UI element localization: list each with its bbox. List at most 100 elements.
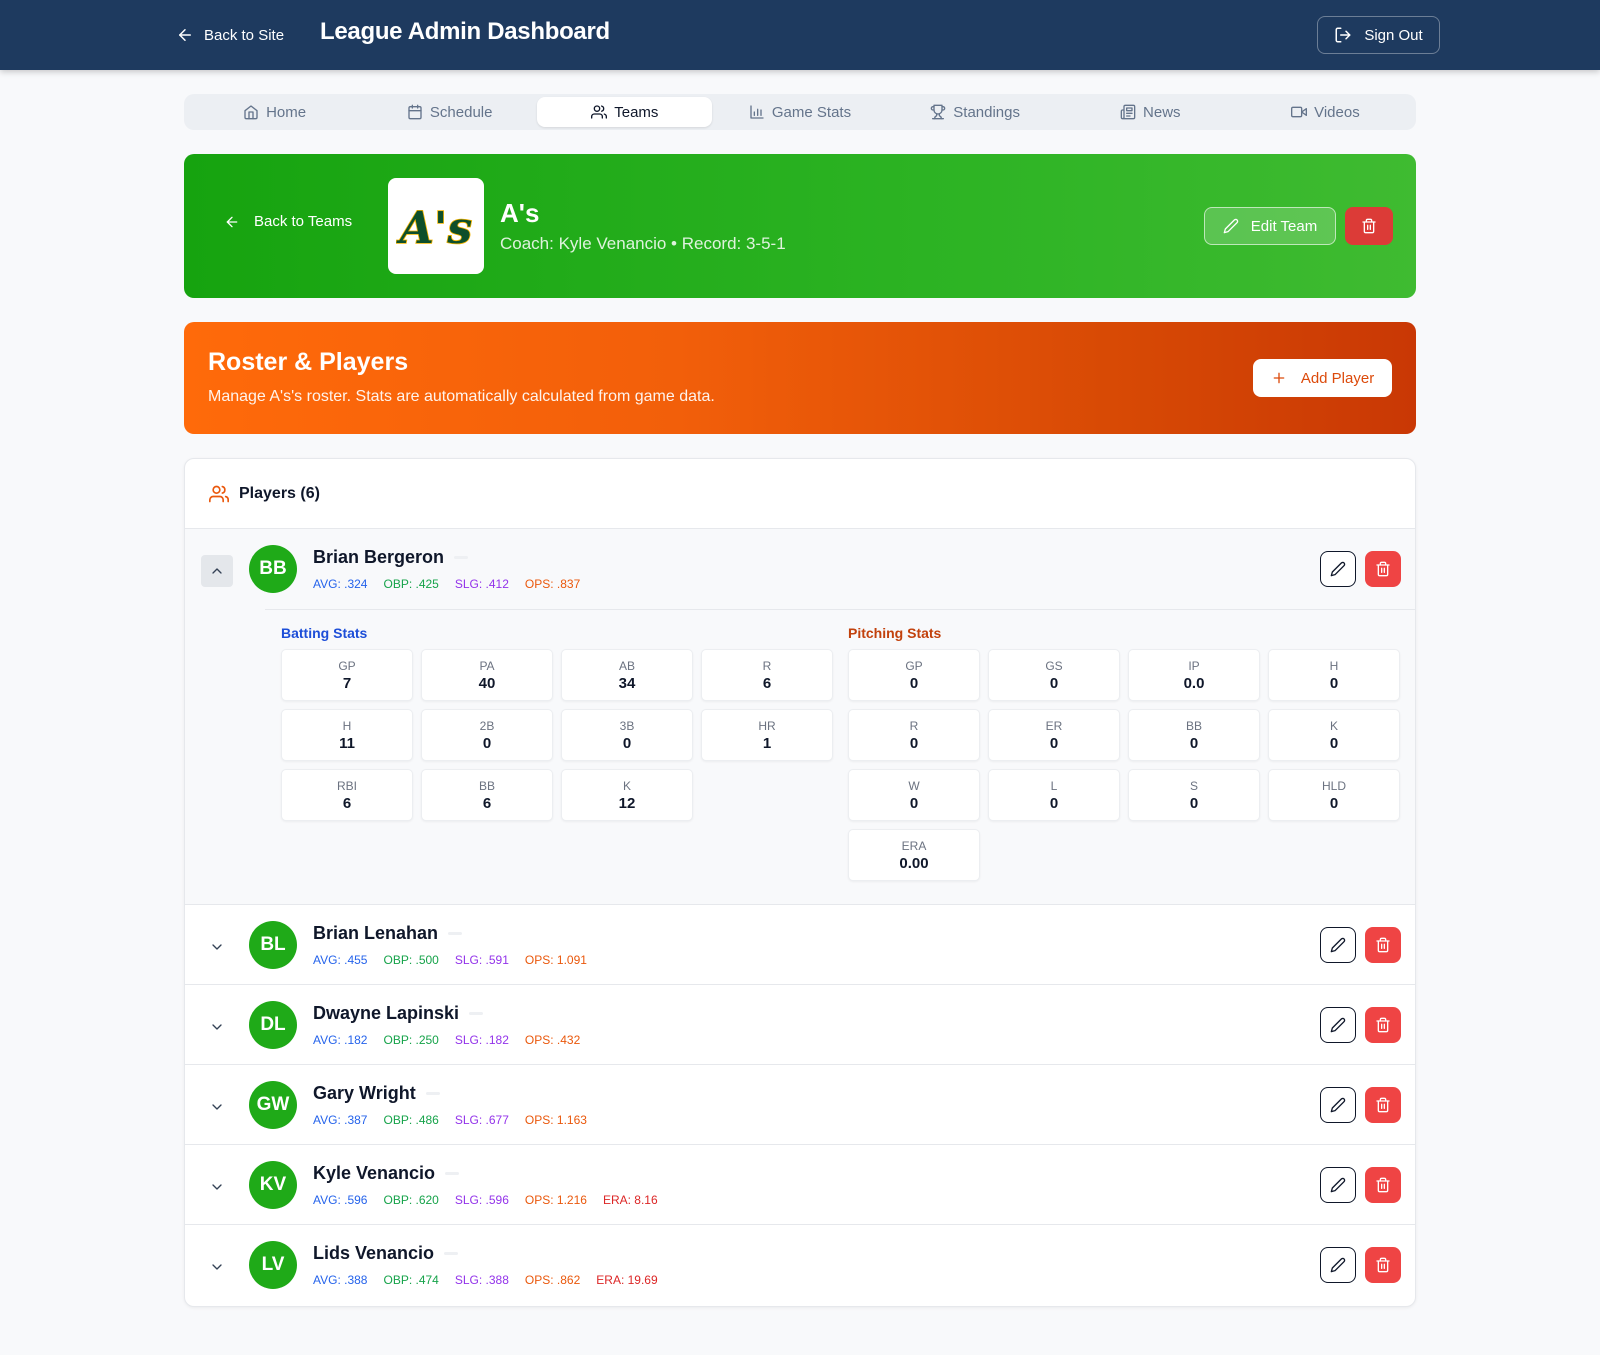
- player-row: BL Brian Lenahan AVG: .455 OBP: .500 SLG…: [185, 905, 1415, 985]
- tab-game-stats[interactable]: Game Stats: [712, 97, 887, 127]
- expand-toggle[interactable]: [201, 1011, 233, 1043]
- arrow-left-icon: [179, 29, 191, 41]
- expand-toggle[interactable]: [201, 1171, 233, 1203]
- stat-cell: RBI 6: [281, 769, 413, 821]
- top-bar: Back to Site League Admin Dashboard Sign…: [0, 0, 1600, 70]
- back-to-teams-link[interactable]: Back to Teams: [224, 213, 352, 230]
- stat-value: 0: [1049, 674, 1059, 692]
- stat-value: 0: [1329, 674, 1339, 692]
- player-row: DL Dwayne Lapinski AVG: .182 OBP: .250 S…: [185, 985, 1415, 1065]
- chevron-down-icon: [212, 944, 222, 950]
- stat-label: IP: [1188, 658, 1200, 673]
- player-name-text: Brian Lenahan: [313, 923, 439, 943]
- edit-player-button[interactable]: [1320, 1007, 1356, 1043]
- stat-label: AB: [618, 658, 635, 673]
- stat-label: ERA: [901, 838, 927, 853]
- edit-team-button[interactable]: Edit Team: [1204, 207, 1336, 245]
- tab-schedule[interactable]: Schedule: [362, 97, 537, 127]
- stat-label: K: [622, 778, 631, 793]
- stat-era: ERA: 8.16: [602, 1193, 658, 1207]
- team-name: A's: [500, 198, 540, 228]
- stat-value: 0.00: [899, 854, 929, 872]
- roster-subtitle: Manage A's's roster. Stats are automatic…: [208, 388, 715, 405]
- delete-player-button[interactable]: [1365, 1007, 1401, 1043]
- stat-value: 0: [909, 674, 919, 692]
- stat-label: K: [1329, 718, 1338, 733]
- edit-player-button[interactable]: [1320, 927, 1356, 963]
- stat-slg: SLG: .388: [454, 1273, 509, 1287]
- tab-standings[interactable]: Standings: [888, 97, 1063, 127]
- delete-player-button[interactable]: [1365, 1087, 1401, 1123]
- tab-home[interactable]: Home: [187, 97, 362, 127]
- stat-value: 0: [622, 734, 632, 752]
- back-to-site-link[interactable]: Back to Site: [176, 22, 284, 48]
- stat-label: R: [909, 718, 919, 733]
- edit-player-button[interactable]: [1320, 1247, 1356, 1283]
- collapse-toggle[interactable]: [201, 555, 233, 587]
- stat-value: 1: [762, 734, 772, 752]
- pencil-icon: [1330, 1257, 1346, 1273]
- chevron-up-icon: [212, 568, 222, 574]
- chevron-down-icon: [212, 1184, 222, 1190]
- stat-cell: 2B 0: [421, 709, 553, 761]
- edit-player-button[interactable]: [1320, 1167, 1356, 1203]
- home-icon: [244, 105, 258, 120]
- player-stat-line: AVG: .387 OBP: .486 SLG: .677 OPS: 1.163: [313, 1113, 587, 1127]
- pitching-stats-title: Pitching Stats: [848, 625, 942, 641]
- video-icon: [1291, 106, 1308, 118]
- player-stat-line: AVG: .324 OBP: .425 SLG: .412 OPS: .837: [313, 577, 580, 591]
- stat-obp: OBP: .620: [383, 1193, 439, 1207]
- stat-obp: OBP: .425: [383, 577, 439, 591]
- player-row: BB Brian Bergeron AVG: .324 OBP: .425 SL…: [185, 529, 1415, 905]
- delete-player-button[interactable]: [1365, 927, 1401, 963]
- stat-label: HR: [758, 718, 776, 733]
- tab-teams[interactable]: Teams: [537, 97, 713, 127]
- stat-value: 6: [342, 794, 352, 812]
- tab-news[interactable]: News: [1063, 97, 1238, 127]
- expand-toggle[interactable]: [201, 1251, 233, 1283]
- batting-stats-grid: GP 7 PA 40 AB 34 R6 H 11 2B 0 3B 0 HR 1 RBI 6 BB…: [281, 649, 833, 821]
- stat-label: GP: [905, 658, 923, 673]
- trash-icon: [1376, 1257, 1390, 1273]
- pencil-icon: [1330, 561, 1346, 577]
- tab-videos[interactable]: Videos: [1238, 97, 1413, 127]
- stat-avg: AVG: .324: [313, 577, 368, 591]
- edit-player-button[interactable]: [1320, 1087, 1356, 1123]
- position-pill: [425, 1092, 440, 1095]
- stat-obp: OBP: .474: [383, 1273, 439, 1287]
- tab-label: Teams: [614, 103, 659, 121]
- stat-label: L: [1050, 778, 1058, 793]
- stat-cell: AB 34: [561, 649, 693, 701]
- avatar: KV: [249, 1161, 297, 1209]
- stat-label: 2B: [479, 718, 495, 733]
- stat-avg: AVG: .387: [313, 1113, 368, 1127]
- stat-value: 11: [339, 734, 355, 752]
- delete-player-button[interactable]: [1365, 1167, 1401, 1203]
- add-player-label: Add Player: [1300, 369, 1375, 387]
- pitching-stats: Pitching Stats GP 0 GS 0 IP 0.0 H0 R0 ER 0 B…: [848, 625, 1400, 881]
- expand-toggle[interactable]: [201, 931, 233, 963]
- delete-player-button[interactable]: [1365, 551, 1401, 587]
- arrow-left-icon: [226, 216, 238, 227]
- stat-slg: SLG: .591: [454, 953, 509, 967]
- stat-cell: GS 0: [988, 649, 1120, 701]
- nav-tabs: Home Schedule Teams Game Stats Standings…: [184, 94, 1416, 130]
- stat-cell: PA 40: [421, 649, 553, 701]
- expand-toggle[interactable]: [201, 1091, 233, 1123]
- stat-label: BB: [1185, 718, 1202, 733]
- chevron-down-icon: [212, 1024, 222, 1030]
- add-player-button[interactable]: Add Player: [1253, 359, 1392, 397]
- tab-label: Videos: [1314, 103, 1360, 121]
- stat-slg: SLG: .182: [454, 1033, 509, 1047]
- players-header: Players (6): [185, 459, 1415, 529]
- trophy-icon: [931, 104, 946, 120]
- delete-player-button[interactable]: [1365, 1247, 1401, 1283]
- stat-value: 6: [482, 794, 492, 812]
- tab-label: Standings: [953, 103, 1020, 121]
- stat-value: 40: [478, 674, 496, 692]
- position-pill: [469, 1012, 484, 1015]
- sign-out-button[interactable]: Sign Out: [1317, 16, 1440, 54]
- stat-label: GS: [1045, 658, 1063, 673]
- edit-player-button[interactable]: [1320, 551, 1356, 587]
- delete-team-button[interactable]: [1345, 207, 1393, 245]
